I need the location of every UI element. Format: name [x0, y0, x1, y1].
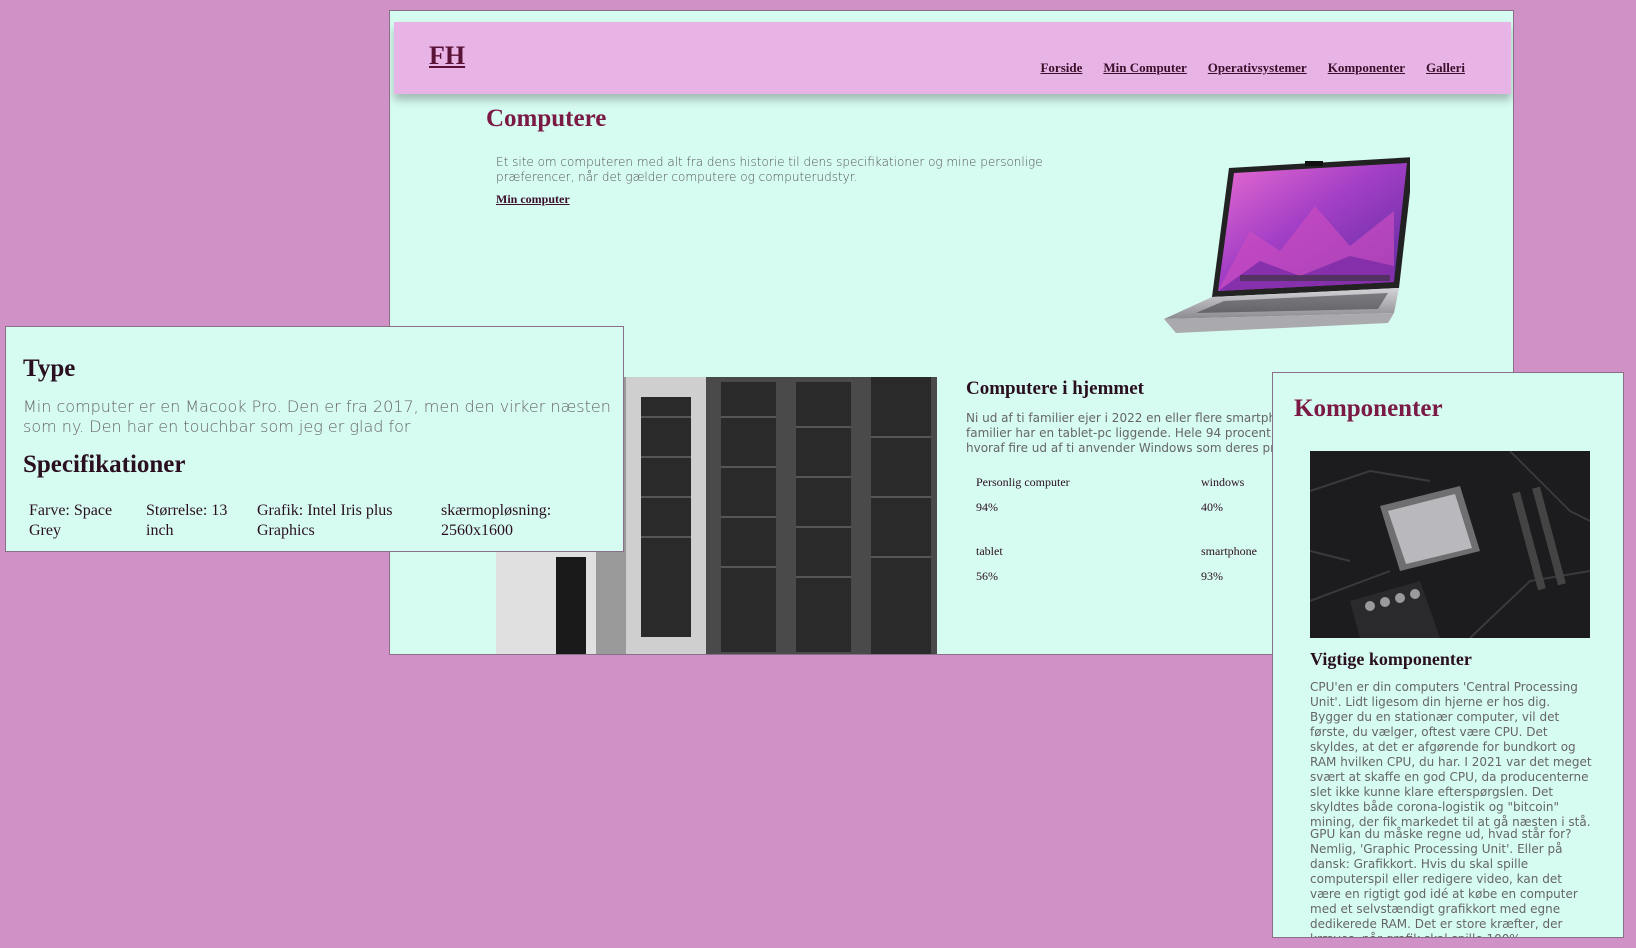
type-text: Min computer er en Macook Pro. Den er fr… — [23, 397, 611, 436]
components-title: Komponenter — [1294, 395, 1443, 422]
components-panel: Komponenter Vigtige komponenter CPU'en e… — [1272, 372, 1624, 938]
stat-value: 93% — [1201, 569, 1223, 583]
stat-value: 56% — [976, 569, 998, 583]
stat-label: tablet — [976, 544, 1003, 558]
nav-link-min-computer[interactable]: Min Computer — [1103, 60, 1186, 76]
gpu-paragraph: GPU kan du måske regne ud, hvad står for… — [1310, 827, 1578, 937]
nav-link-operativsystemer[interactable]: Operativsystemer — [1208, 60, 1307, 76]
spec-graphics: Grafik: Intel Iris plus Graphics — [257, 502, 393, 539]
laptop-image — [1164, 157, 1410, 333]
section-text-line: hvoraf fire ud af ti anvender Windows so… — [966, 441, 1296, 455]
section-text: Ni ud af ti familier ejer i 2022 en elle… — [966, 411, 1296, 456]
hero-link-min-computer[interactable]: Min computer — [496, 192, 570, 207]
nav-link-galleri[interactable]: Galleri — [1426, 60, 1465, 76]
navbar: FH Forside Min Computer Operativsystemer… — [394, 22, 1511, 94]
nav-menu: Forside Min Computer Operativsystemer Ko… — [1040, 60, 1465, 76]
type-heading: Type — [23, 355, 76, 382]
components-subtitle: Vigtige komponenter — [1310, 649, 1472, 669]
section-text-line: Ni ud af ti familier ejer i 2022 en elle… — [966, 411, 1296, 425]
stat-label: smartphone — [1201, 544, 1257, 558]
spec-color: Farve: Space Grey — [29, 502, 113, 539]
site-logo[interactable]: FH — [429, 41, 465, 71]
section-text-line: familier har en tablet-pc liggende. Hele… — [966, 426, 1296, 440]
spec-size: Størrelse: 13 inch — [146, 502, 228, 539]
section-title-computere-i-hjemmet: Computere i hjemmet — [966, 378, 1144, 399]
cpu-motherboard-image — [1310, 451, 1590, 638]
stat-label: windows — [1201, 475, 1245, 489]
stat-label: Personlig computer — [976, 475, 1070, 489]
type-panel: Type Min computer er en Macook Pro. Den … — [5, 326, 624, 552]
stat-value: 94% — [976, 500, 998, 514]
spec-resolution: skærmopløsning: 2560x1600 — [441, 502, 552, 539]
nav-link-forside[interactable]: Forside — [1040, 60, 1082, 76]
page-title: Computere — [486, 105, 607, 132]
stat-value: 40% — [1201, 500, 1223, 514]
cpu-paragraph: CPU'en er din computers 'Central Process… — [1310, 680, 1592, 829]
specifications-heading: Specifikationer — [23, 451, 186, 478]
hero-text: Et site om computeren med alt fra dens h… — [496, 155, 1043, 184]
nav-link-komponenter[interactable]: Komponenter — [1328, 60, 1405, 76]
